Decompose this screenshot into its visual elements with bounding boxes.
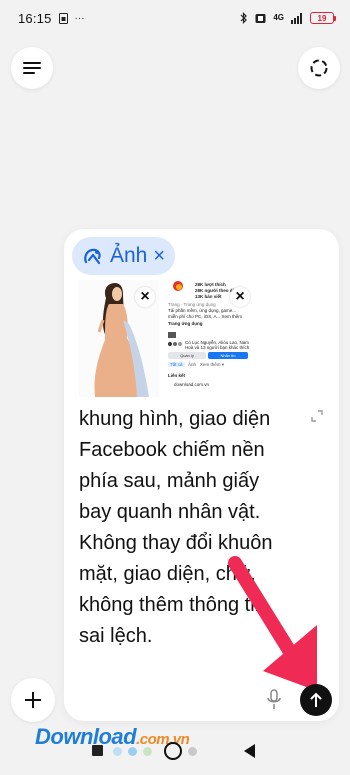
battery-level: 19 [317, 13, 327, 23]
vibrate-icon [255, 13, 266, 23]
fb-likes: 28K lượt thích [195, 282, 226, 287]
status-left: 16:15 ··· [18, 11, 85, 26]
more-dots-icon: ··· [74, 12, 85, 24]
image-sparkle-icon [84, 248, 101, 265]
fb-tab-photos: Ảnh [188, 362, 197, 367]
nav-dot [128, 747, 137, 756]
fb-section: Trang ứng dụng [168, 321, 203, 326]
back-icon[interactable] [244, 744, 255, 758]
status-bar: 16:15 ··· 4G 19 [0, 0, 350, 36]
battery-icon: 19 [310, 12, 336, 24]
add-attachment-button[interactable] [11, 678, 55, 722]
fb-desc-1: Tải phần mềm, ứng dụng, game... [168, 308, 237, 313]
annotation-arrow [228, 556, 317, 691]
nav-dot [143, 747, 152, 756]
fb-message-label: Nhắn tin [220, 353, 236, 358]
fb-manage-label: Quản lý [180, 353, 194, 358]
network-type: 4G [273, 13, 284, 22]
nav-dot [113, 747, 122, 756]
remove-screenshot-icon[interactable]: × [230, 287, 250, 307]
fb-links-label: Liên kết [168, 373, 186, 378]
home-icon[interactable] [164, 742, 182, 760]
send-arrow-up-icon [310, 692, 322, 707]
fb-desc-2: miễn phí cho PC, iOS, A... Xem thêm [168, 314, 243, 319]
fb-message-button: Nhắn tin [208, 352, 248, 359]
bluetooth-icon [240, 12, 248, 24]
attachment-tag[interactable]: Ảnh × [72, 237, 176, 275]
menu-button[interactable] [11, 47, 53, 89]
screen-capture-icon [310, 59, 328, 77]
expand-icon[interactable] [311, 410, 323, 422]
fb-friends-2: Hoà và 13 người bạn khác thích [185, 345, 250, 350]
fb-tab-all: Tất cả [168, 362, 185, 367]
plus-icon [25, 692, 41, 708]
fb-link: download.com.vn [174, 382, 210, 387]
screen-capture-button[interactable] [298, 47, 340, 89]
attachment-tag-close-icon[interactable]: × [153, 246, 165, 266]
remove-photo-icon[interactable]: × [135, 287, 155, 307]
signal-icon [291, 12, 302, 24]
send-button[interactable] [300, 684, 332, 716]
nav-dot [188, 747, 197, 756]
recents-icon[interactable] [92, 745, 103, 756]
microphone-icon[interactable] [266, 689, 282, 711]
fb-page-type: Trang · Trang ứng dụng [168, 302, 216, 307]
sim-icon [58, 12, 68, 24]
fb-manage-button: Quản lý [168, 352, 206, 359]
status-right: 4G 19 [240, 12, 336, 24]
fb-tab-more: Xem thêm ▾ [200, 362, 225, 367]
attachment-tag-label: Ảnh [110, 244, 148, 267]
status-time: 16:15 [18, 10, 52, 26]
watermark-sub: .com.vn [136, 731, 190, 748]
watermark-main: Download [35, 724, 137, 749]
menu-lines-icon [23, 62, 41, 74]
fb-talk: 13K bàn viết [195, 294, 222, 299]
